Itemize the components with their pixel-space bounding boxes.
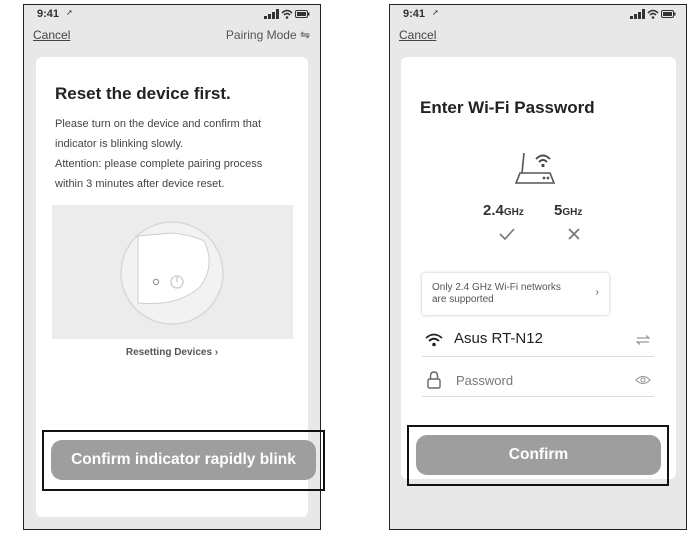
wifi-icon [425,333,443,347]
ssid-field[interactable]: Asus RT-N12 [422,323,654,357]
resetting-devices-link[interactable]: Resetting Devices › [36,347,308,358]
eye-icon[interactable] [635,375,651,385]
attention-line: within 3 minutes after device reset. [55,178,225,190]
wifi-card: Enter Wi-Fi Password 2.4GHz 5GHz Only 2.… [401,57,676,479]
device-reset-illustration [52,205,293,339]
cancel-button[interactable]: Cancel [33,28,70,42]
password-field-row [422,363,654,397]
signal-icon [264,9,279,19]
reset-card: Reset the device first. Please turn on t… [36,57,325,517]
check-icon [499,228,515,240]
note-line: Only 2.4 GHz Wi-Fi networks [432,282,561,293]
device-illustration [120,221,224,325]
confirm-highlight-frame: Confirm indicator rapidly blink [42,430,325,491]
wifi-icon [647,9,659,19]
attention-line: Attention: please complete pairing proce… [55,158,263,170]
battery-icon [661,10,676,18]
note-line: are supported [432,294,494,305]
swap-network-icon[interactable] [636,335,650,345]
confirm-highlight-frame: Confirm [407,425,669,486]
status-bar: 9:41 ➚ [390,5,686,23]
confirm-button[interactable]: Confirm [416,435,661,475]
nav-bar: Cancel Pairing Mode ⇋ [24,25,320,47]
password-input[interactable] [456,369,626,391]
page-title: Enter Wi-Fi Password [420,98,595,117]
phone-screen-reset: 9:41 ➚ Cancel Pairing Mode ⇋ Reset the d… [23,4,325,530]
instruction-line: indicator is blinking slowly. [55,138,184,150]
confirm-indicator-button[interactable]: Confirm indicator rapidly blink [51,440,316,480]
location-arrow-icon: ➚ [66,8,73,17]
status-icons [630,9,676,19]
cancel-button[interactable]: Cancel [399,28,436,42]
signal-icon [630,9,645,19]
band-number: 2.4 [483,202,504,219]
band-unit: GHz [562,207,583,218]
band-5ghz-label: 5GHz [554,202,582,219]
instruction-line: Please turn on the device and confirm th… [55,118,262,130]
x-icon [568,228,580,240]
band-support-note[interactable]: Only 2.4 GHz Wi-Fi networks are supporte… [422,273,609,315]
router-icon [514,152,556,184]
chevron-right-icon: › [595,287,599,298]
wifi-icon [281,9,293,19]
band-unit: GHz [503,207,524,218]
status-time: 9:41 [403,8,426,20]
ssid-value: Asus RT-N12 [454,330,543,347]
lock-icon [427,371,441,389]
band-2-4ghz-label: 2.4GHz [483,202,524,219]
status-bar: 9:41 ➚ [24,5,320,23]
pairing-mode-button[interactable]: Pairing Mode ⇋ [226,28,310,42]
battery-icon [295,10,310,18]
note-text: Only 2.4 GHz Wi-Fi networks are supporte… [432,282,582,306]
status-icons [264,9,310,19]
phone-screen-wifi: 9:41 ➚ Cancel Enter Wi-Fi Password 2.4GH… [389,4,687,530]
location-arrow-icon: ➚ [432,8,439,17]
status-time: 9:41 [37,8,60,20]
page-title: Reset the device first. [55,84,231,103]
nav-bar: Cancel [390,25,686,47]
